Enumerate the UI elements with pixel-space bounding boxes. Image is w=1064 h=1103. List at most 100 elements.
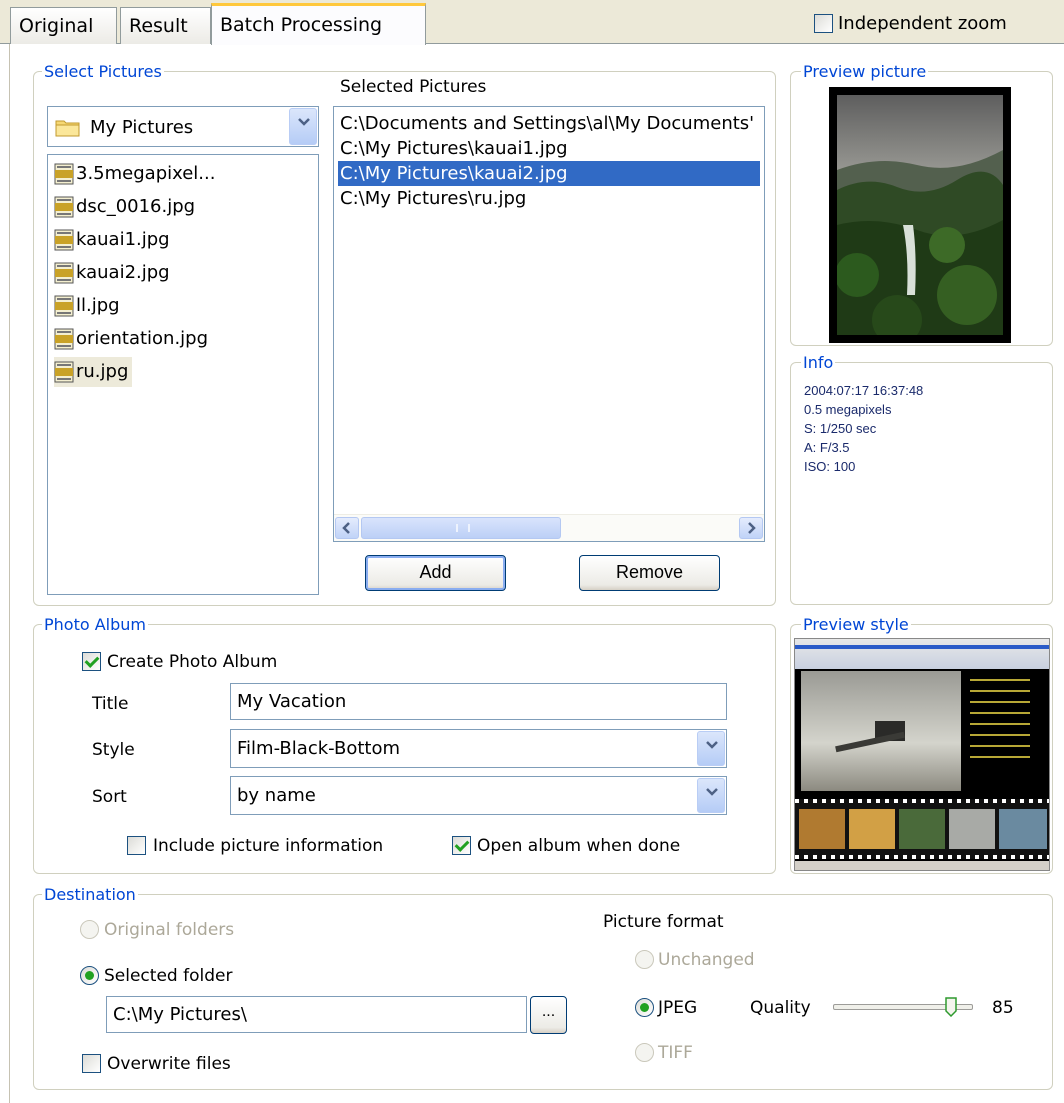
include-picture-information-label: Include picture information xyxy=(153,836,384,856)
slider-thumb[interactable] xyxy=(945,997,957,1018)
quality-slider[interactable] xyxy=(833,997,973,1019)
style-select-value: Film-Black-Bottom xyxy=(237,738,401,759)
photo-album-legend: Photo Album xyxy=(42,615,148,634)
info-datetime: 2004:07:17 16:37:48 xyxy=(804,383,924,398)
independent-zoom-label: Independent zoom xyxy=(838,13,1007,34)
style-select[interactable]: Film-Black-Bottom xyxy=(230,729,727,768)
file-list-item-label: 3.5megapixel... xyxy=(76,163,216,184)
info-shutter: S: 1/250 sec xyxy=(804,421,877,436)
file-list-item-label: orientation.jpg xyxy=(76,328,209,349)
independent-zoom-checkbox[interactable] xyxy=(814,14,833,33)
title-input[interactable]: My Vacation xyxy=(230,683,727,720)
jpg-file-icon xyxy=(54,361,74,383)
jpg-file-icon xyxy=(54,295,74,317)
folder-path-input[interactable]: C:\My Pictures\ xyxy=(106,996,527,1033)
selected-pictures-list[interactable]: C:\My Pictures\ru.jpg C:\My Pictures\kaua… xyxy=(333,106,765,542)
scroll-right-button[interactable] xyxy=(739,517,763,539)
open-album-when-done-label: Open album when done xyxy=(477,836,681,856)
select-pictures-legend: Select Pictures xyxy=(42,62,164,81)
chevron-right-icon xyxy=(748,522,756,534)
jpg-file-icon xyxy=(54,229,74,251)
style-dropdown-button[interactable] xyxy=(697,731,725,766)
overwrite-files-checkbox[interactable] xyxy=(82,1054,101,1073)
quality-value: 85 xyxy=(992,998,1014,1018)
browse-folder-button[interactable]: ... xyxy=(530,996,567,1034)
selected-folder-label: Selected folder xyxy=(104,966,233,986)
info-megapixels: 0.5 megapixels xyxy=(804,402,892,417)
unchanged-radio[interactable] xyxy=(635,950,654,969)
jpeg-label: JPEG xyxy=(658,998,698,1018)
open-album-when-done-checkbox[interactable] xyxy=(452,836,471,855)
add-button[interactable]: Add xyxy=(365,555,506,591)
folder-combo-dropdown-button[interactable] xyxy=(289,108,317,145)
file-list[interactable]: 3.5megapixel... dsc_0016.jpg kauai1.jpg kau… xyxy=(47,154,319,595)
folder-combo-value: My Pictures xyxy=(90,117,194,138)
horizontal-scrollbar[interactable] xyxy=(334,514,764,541)
file-list-item-label: kauai1.jpg xyxy=(76,229,170,250)
file-list-item-label: ll.jpg xyxy=(76,295,120,316)
preview-picture-legend: Preview picture xyxy=(801,62,929,81)
destination-legend: Destination xyxy=(42,885,138,904)
tab-result[interactable]: Result xyxy=(120,7,211,44)
remove-button[interactable]: Remove xyxy=(579,555,720,591)
title-label: Title xyxy=(92,694,129,714)
info-iso: ISO: 100 xyxy=(804,459,856,474)
file-list-item[interactable]: dsc_0016.jpg xyxy=(54,192,195,222)
selected-pictures-label: Selected Pictures xyxy=(340,77,487,97)
file-list-item[interactable]: 3.5megapixel... xyxy=(54,159,215,189)
file-list-item[interactable]: kauai2.jpg xyxy=(54,258,170,288)
file-list-item-label: dsc_0016.jpg xyxy=(76,196,196,217)
tab-original[interactable]: Original xyxy=(10,7,117,44)
selected-picture-item[interactable]: C:\Documents and Settings\al\My Document… xyxy=(338,111,760,136)
selected-folder-radio[interactable] xyxy=(80,966,99,985)
tab-label: Original xyxy=(19,15,94,37)
style-label: Style xyxy=(92,740,135,760)
folder-combo[interactable]: My Pictures xyxy=(47,106,319,147)
file-list-item[interactable]: ru.jpg xyxy=(54,357,133,387)
grip-icon xyxy=(456,524,470,532)
jpeg-radio[interactable] xyxy=(635,998,654,1017)
preview-style-legend: Preview style xyxy=(801,615,911,634)
tiff-label: TIFF xyxy=(658,1043,693,1063)
file-list-item[interactable]: orientation.jpg xyxy=(54,324,208,354)
selected-picture-item[interactable]: C:\My Pictures\kauai2.jpg xyxy=(338,161,760,186)
panel-left-edge xyxy=(9,44,10,1103)
overwrite-files-label: Overwrite files xyxy=(107,1054,231,1074)
original-folders-radio[interactable] xyxy=(80,920,99,939)
info-legend: Info xyxy=(801,353,836,372)
picture-format-label: Picture format xyxy=(603,912,724,932)
preview-style-image xyxy=(794,638,1050,871)
quality-label: Quality xyxy=(750,998,811,1018)
chevron-down-icon xyxy=(706,788,718,796)
info-aperture: A: F/3.5 xyxy=(804,440,850,455)
scroll-thumb[interactable] xyxy=(361,517,561,539)
file-list-item[interactable]: kauai1.jpg xyxy=(54,225,170,255)
unchanged-label: Unchanged xyxy=(658,950,755,970)
include-picture-information-checkbox[interactable] xyxy=(127,836,146,855)
jpg-file-icon xyxy=(54,262,74,284)
selected-picture-item[interactable]: C:\My Pictures\kauai1.jpg xyxy=(338,136,760,161)
chevron-down-icon xyxy=(298,118,310,126)
original-folders-label: Original folders xyxy=(104,920,235,940)
tab-label: Batch Processing xyxy=(220,14,383,36)
title-input-value: My Vacation xyxy=(237,691,347,712)
create-photo-album-checkbox[interactable] xyxy=(82,652,101,671)
chevron-left-icon xyxy=(342,522,350,534)
file-list-item-label: kauai2.jpg xyxy=(76,262,170,283)
create-photo-album-label: Create Photo Album xyxy=(107,652,278,672)
file-list-item-label: ru.jpg xyxy=(76,361,129,382)
folder-icon xyxy=(55,117,81,142)
tab-batch-processing[interactable]: Batch Processing xyxy=(211,3,426,45)
jpg-file-icon xyxy=(54,328,74,350)
sort-label: Sort xyxy=(92,787,127,807)
sort-select-value: by name xyxy=(237,785,316,806)
sort-dropdown-button[interactable] xyxy=(697,778,725,813)
file-list-item[interactable]: ll.jpg xyxy=(54,291,120,321)
jpg-file-icon xyxy=(54,163,74,185)
folder-path-value: C:\My Pictures\ xyxy=(113,1004,247,1025)
selected-picture-item[interactable]: C:\My Pictures\ru.jpg xyxy=(338,186,760,211)
scroll-left-button[interactable] xyxy=(335,517,359,539)
tiff-radio[interactable] xyxy=(635,1043,654,1062)
tab-label: Result xyxy=(129,15,188,37)
sort-select[interactable]: by name xyxy=(230,776,727,815)
